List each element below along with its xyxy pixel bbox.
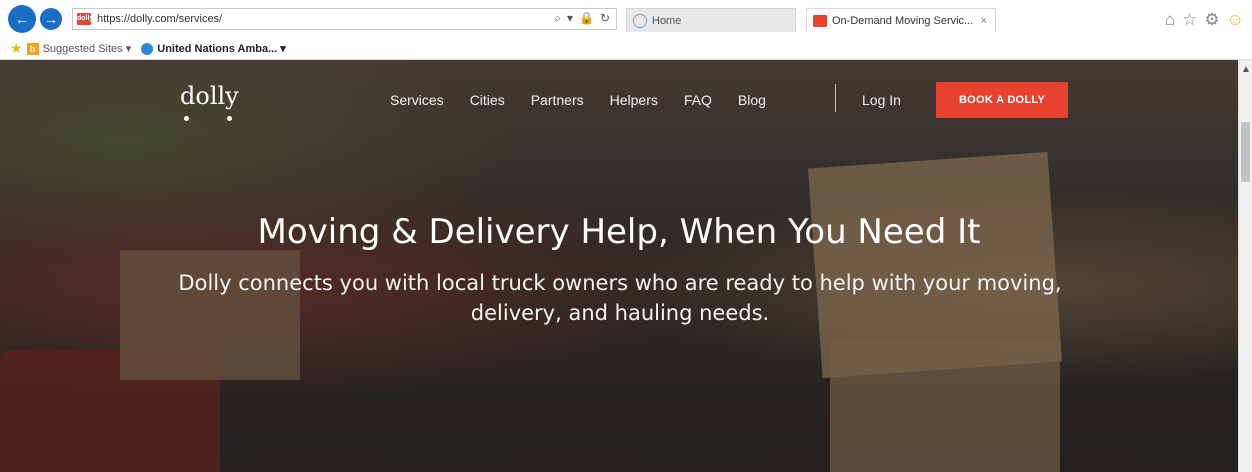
favorites-add-icon[interactable]: ★ bbox=[10, 40, 23, 57]
nav-faq[interactable]: FAQ bbox=[684, 92, 712, 108]
login-link[interactable]: Log In bbox=[862, 92, 901, 108]
ie-icon bbox=[141, 42, 154, 55]
settings-gear-icon[interactable]: ⚙ bbox=[1204, 10, 1219, 30]
page-viewport: dolly Services Cities Partners Helpers F… bbox=[0, 60, 1252, 472]
tab-active-label: On-Demand Moving Servic... bbox=[832, 14, 974, 27]
nav-links: Services Cities Partners Helpers FAQ Blo… bbox=[390, 92, 766, 108]
dropdown-icon[interactable]: ▾ bbox=[567, 11, 573, 26]
nav-blog[interactable]: Blog bbox=[738, 92, 766, 108]
dolly-tab-icon bbox=[813, 14, 827, 27]
logo-wheels-icon bbox=[184, 116, 232, 121]
hero-title: Moving & Delivery Help, When You Need It bbox=[257, 212, 981, 252]
hero-overlay bbox=[0, 60, 1238, 472]
tab-home-label: Home bbox=[652, 14, 682, 27]
favorite-suggested-label: Suggested Sites ▾ bbox=[42, 43, 132, 55]
favorites-star-icon[interactable]: ☆ bbox=[1182, 10, 1197, 30]
favorite-suggested-sites[interactable]: b Suggested Sites ▾ bbox=[26, 42, 132, 55]
scrollbar-thumb[interactable] bbox=[1241, 122, 1250, 182]
back-arrow-icon[interactable]: ← bbox=[8, 5, 36, 33]
address-bar[interactable]: dolly https://dolly.com/services/ ⌕ ▾ 🔒 … bbox=[72, 8, 617, 30]
lock-icon: 🔒 bbox=[578, 11, 594, 25]
tab-home[interactable]: Home bbox=[626, 8, 796, 32]
url-text: https://dolly.com/services/ bbox=[97, 13, 223, 25]
favorite-un-ambassador[interactable]: United Nations Amba... ▾ bbox=[141, 42, 286, 55]
nav-helpers[interactable]: Helpers bbox=[610, 92, 658, 108]
nav-services[interactable]: Services bbox=[390, 92, 444, 108]
nav-partners[interactable]: Partners bbox=[531, 92, 584, 108]
browser-toolbar: ← → dolly https://dolly.com/services/ ⌕ … bbox=[0, 0, 1252, 38]
forward-arrow-icon[interactable]: → bbox=[40, 8, 62, 30]
globe-icon bbox=[633, 13, 647, 28]
nav-divider bbox=[835, 84, 836, 112]
search-icon[interactable]: ⌕ bbox=[554, 11, 561, 26]
favorite-un-label: United Nations Amba... ▾ bbox=[157, 43, 286, 55]
site-navbar: dolly Services Cities Partners Helpers F… bbox=[0, 78, 1238, 121]
favorites-bar: ★ b Suggested Sites ▾ United Nations Amb… bbox=[0, 38, 1252, 60]
browser-tools: ⌂ ☆ ⚙ ☺ bbox=[1165, 10, 1244, 30]
nav-cities[interactable]: Cities bbox=[470, 92, 505, 108]
scroll-up-icon[interactable]: ▲ bbox=[1241, 64, 1251, 75]
bing-icon: b bbox=[26, 42, 39, 55]
close-icon[interactable]: × bbox=[981, 15, 987, 27]
site-favicon-icon: dolly bbox=[77, 13, 93, 25]
dolly-logo[interactable]: dolly bbox=[180, 82, 239, 110]
vertical-scrollbar[interactable]: ▲ bbox=[1238, 60, 1252, 472]
refresh-icon[interactable]: ↻ bbox=[600, 11, 610, 26]
home-icon[interactable]: ⌂ bbox=[1165, 10, 1175, 30]
tab-active[interactable]: On-Demand Moving Servic... × bbox=[806, 8, 996, 32]
hero-banner: dolly Services Cities Partners Helpers F… bbox=[0, 60, 1238, 472]
book-a-dolly-button[interactable]: BOOK A DOLLY bbox=[936, 82, 1068, 118]
hero-subtitle: Dolly connects you with local truck owne… bbox=[178, 271, 1062, 325]
feedback-smiley-icon[interactable]: ☺ bbox=[1227, 10, 1244, 30]
